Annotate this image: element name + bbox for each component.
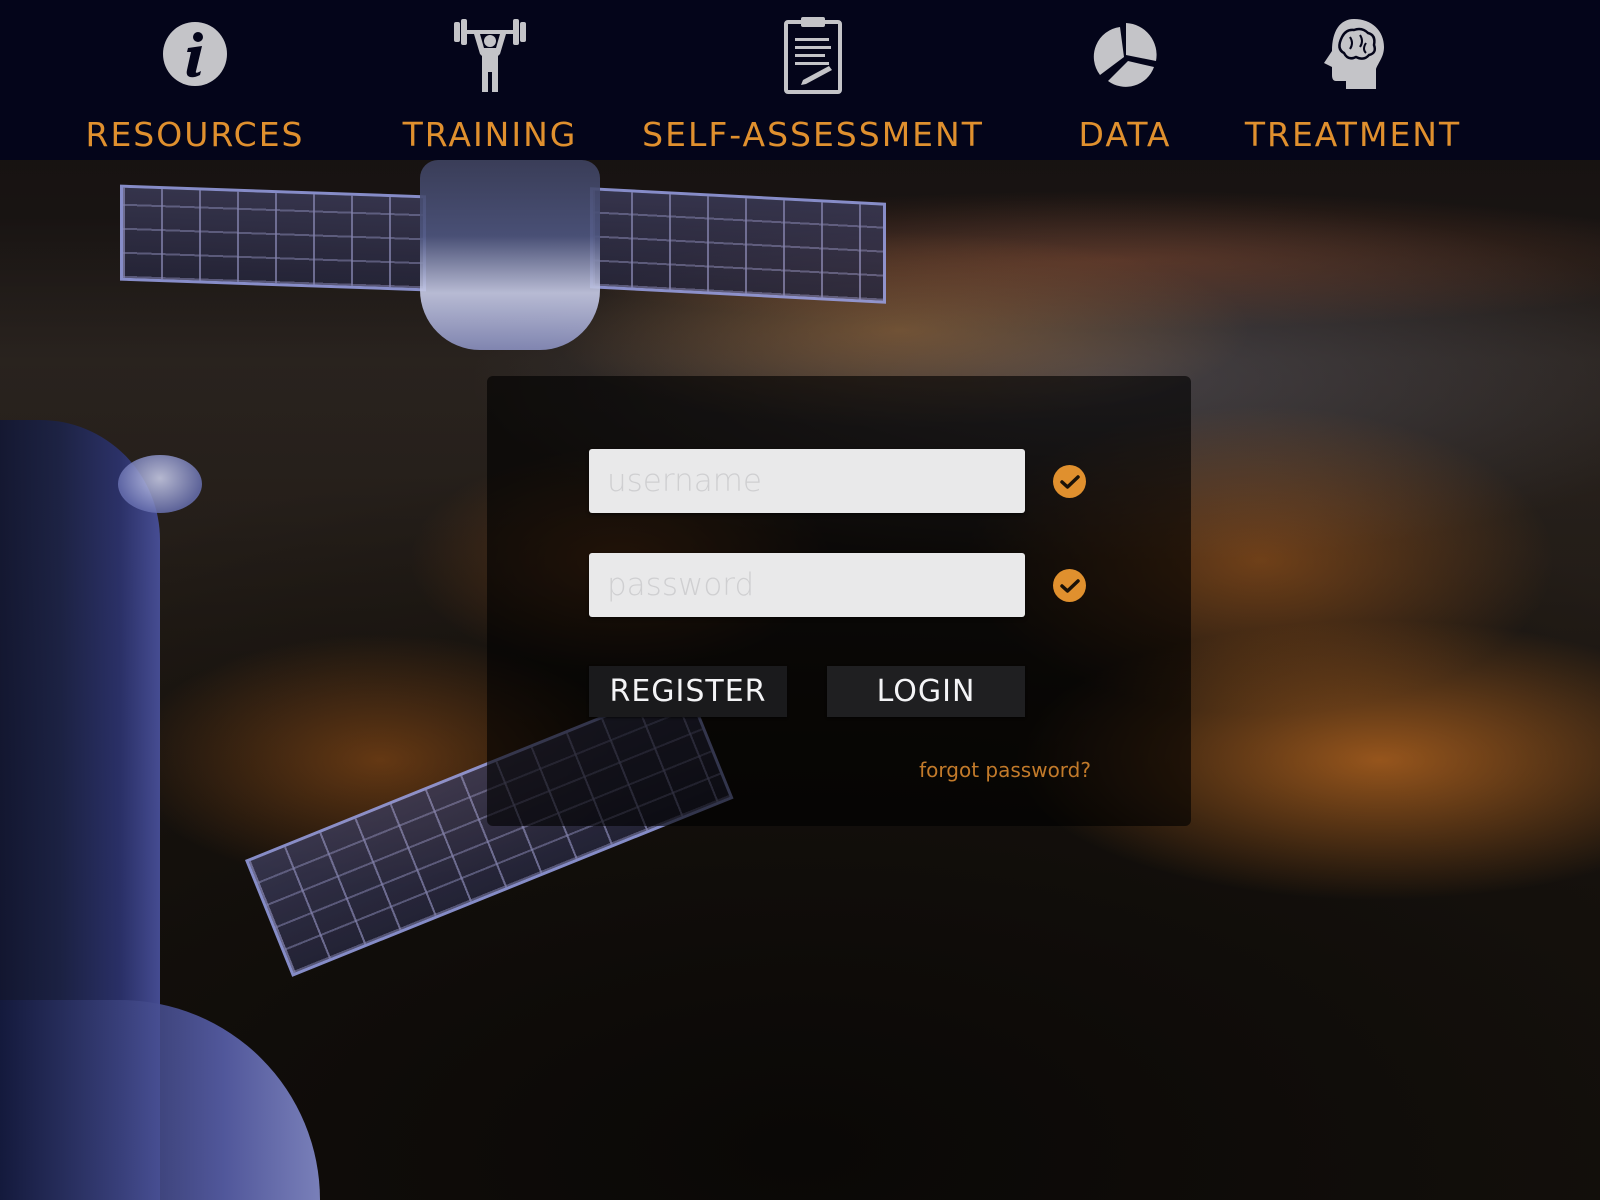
antenna-dish xyxy=(118,455,202,513)
nav-label-data: DATA xyxy=(1078,115,1172,154)
password-input[interactable] xyxy=(589,553,1025,617)
login-button[interactable]: LOGIN xyxy=(827,666,1025,717)
nav-label-self-assessment: SELF-ASSESSMENT xyxy=(642,115,984,154)
login-page: RESOURCES TRAINING SELF-ASSESSMENT DATA … xyxy=(0,0,1600,1200)
nav-item-data[interactable]: DATA xyxy=(1075,0,1175,160)
solar-array-right xyxy=(590,187,886,304)
login-panel: REGISTER LOGIN forgot password? xyxy=(487,376,1191,826)
space-module xyxy=(420,160,600,350)
nav-label-resources: RESOURCES xyxy=(85,115,305,154)
nav-item-treatment[interactable]: TREATMENT xyxy=(1244,0,1462,160)
solar-array-left xyxy=(120,184,426,292)
register-button[interactable]: REGISTER xyxy=(589,666,787,717)
checkmark-icon xyxy=(1053,465,1086,498)
nav-item-self-assessment[interactable]: SELF-ASSESSMENT xyxy=(642,0,982,160)
brain-head-icon xyxy=(1313,14,1393,94)
nav-item-resources[interactable]: RESOURCES xyxy=(86,0,303,160)
forgot-password-link[interactable]: forgot password? xyxy=(487,758,1091,782)
info-icon xyxy=(155,14,235,94)
nav-label-treatment: TREATMENT xyxy=(1244,115,1462,154)
clipboard-icon xyxy=(773,14,853,94)
username-input[interactable] xyxy=(589,449,1025,513)
weightlifter-icon xyxy=(450,14,530,94)
nav-label-training: TRAINING xyxy=(402,115,578,154)
pie-chart-icon xyxy=(1085,14,1165,94)
nav-item-training[interactable]: TRAINING xyxy=(400,0,580,160)
top-navigation: RESOURCES TRAINING SELF-ASSESSMENT DATA … xyxy=(0,0,1600,160)
checkmark-icon xyxy=(1053,569,1086,602)
